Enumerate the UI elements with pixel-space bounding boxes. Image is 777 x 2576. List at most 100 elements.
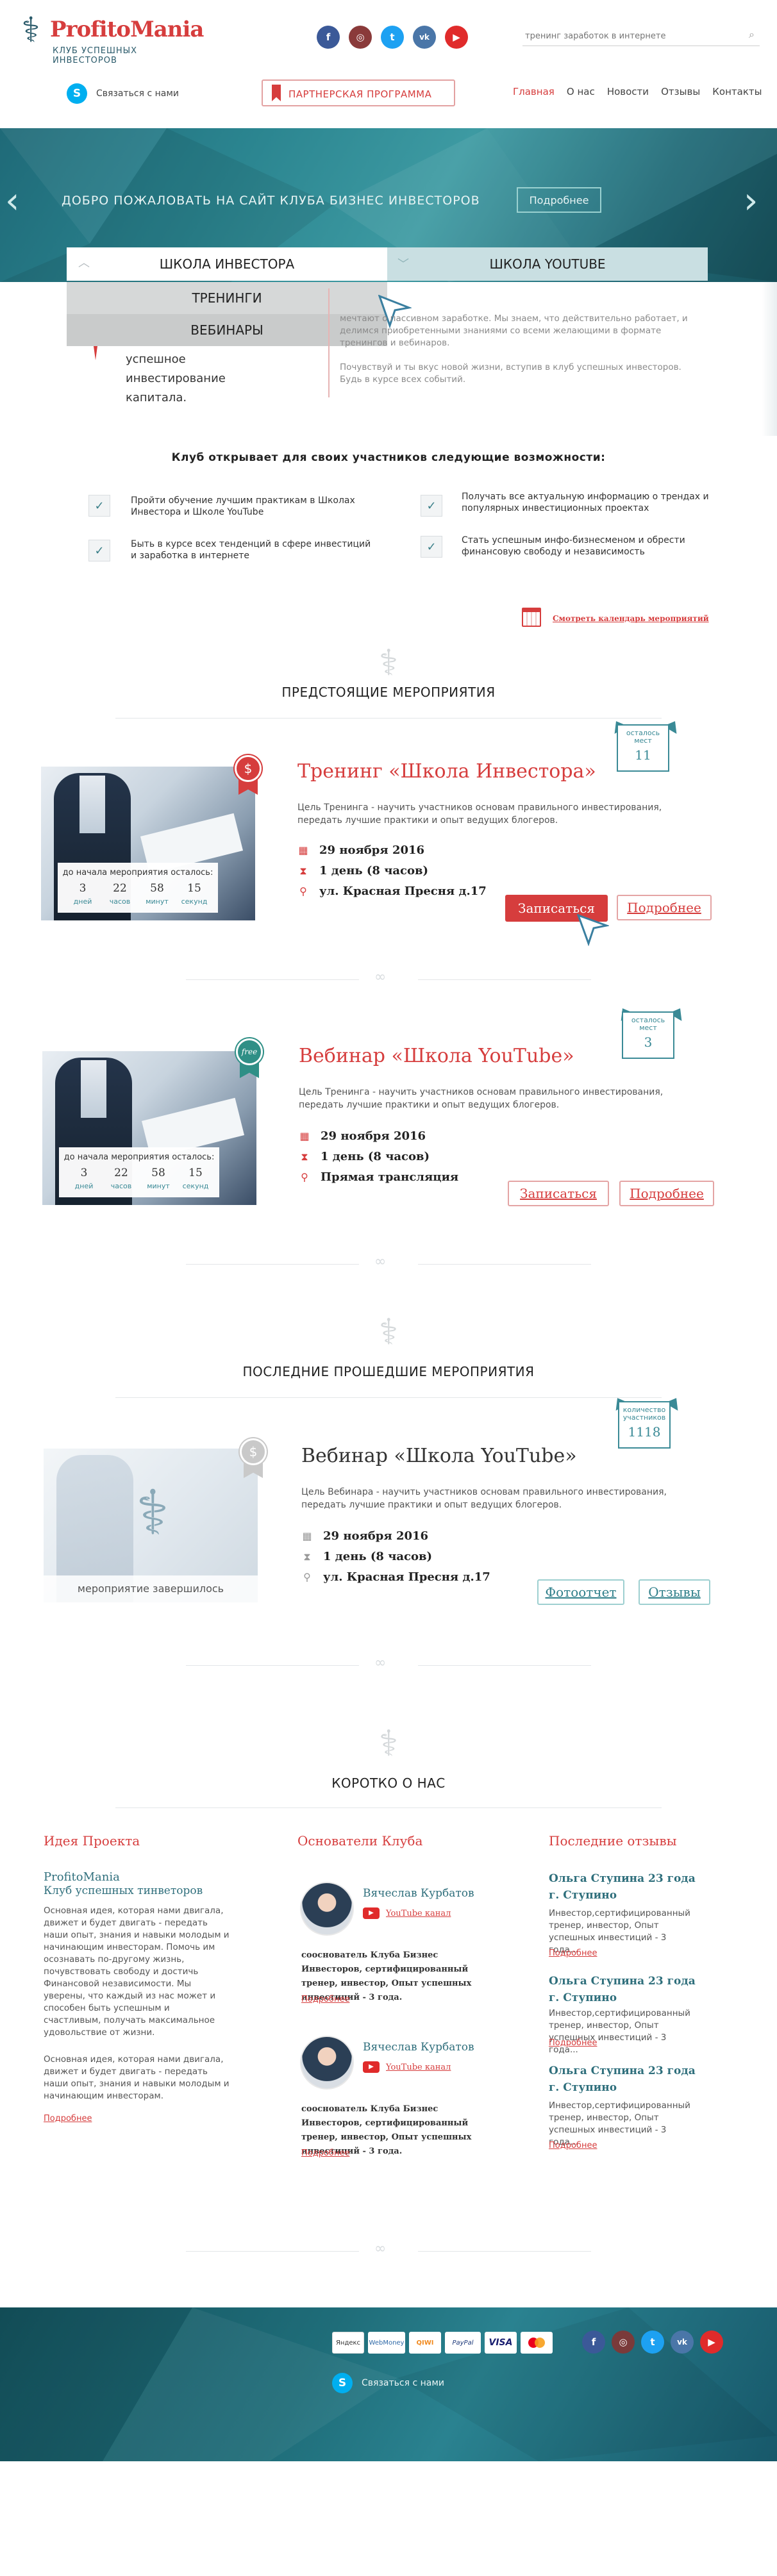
countdown-hours: 22: [114, 1167, 128, 1179]
club-emblem-icon: ⚕: [378, 1311, 399, 1353]
nav-reviews[interactable]: Отзывы: [661, 86, 700, 97]
youtube-icon[interactable]: ▶: [700, 2331, 723, 2354]
idea-subtitle-2: Клуб успешных тинветоров: [44, 1884, 203, 1897]
youtube-icon: ▶: [363, 1907, 380, 1919]
nav-contacts[interactable]: Контакты: [712, 86, 762, 97]
partner-program-label: ПАРТНЕРСКАЯ ПРОГРАММА: [288, 88, 432, 100]
countdown-minutes: 58: [150, 882, 164, 895]
logo-emblem-icon: ⚕: [21, 10, 40, 50]
event-date: 29 ноября 2016: [323, 1529, 429, 1543]
event-duration: 1 день (8 часов): [321, 1150, 430, 1163]
event-title[interactable]: Тренинг «Школа Инвестора»: [297, 760, 596, 783]
founder-name: Вячеслав Курбатов: [363, 2041, 474, 2054]
hero-prev-arrow[interactable]: ‹: [5, 183, 19, 219]
founder-youtube-link[interactable]: YouTube канал: [386, 2063, 451, 2072]
footer-skype-contact[interactable]: S Связаться с нами: [332, 2373, 473, 2395]
skype-label: Связаться с нами: [96, 88, 179, 99]
more-button[interactable]: Подробнее: [617, 895, 712, 920]
countdown-seconds-label: секунд: [182, 1182, 209, 1190]
search-input[interactable]: [522, 27, 760, 46]
event-title[interactable]: Вебинар «Школа YouTube»: [301, 1445, 577, 1467]
countdown-minutes-label: минут: [146, 897, 169, 906]
reviews-button[interactable]: Отзывы: [639, 1579, 710, 1605]
badge-circle: $: [235, 755, 262, 782]
main-nav: Главная О нас Новости Отзывы Контакты: [513, 85, 769, 97]
vk-icon[interactable]: vk: [671, 2331, 694, 2354]
section-divider: [418, 1264, 591, 1265]
more-button[interactable]: Подробнее: [619, 1181, 714, 1206]
review-more-link[interactable]: Подробнее: [549, 2141, 597, 2150]
divider-knot-icon: ∞: [374, 2241, 387, 2257]
founder-youtube-link[interactable]: YouTube канал: [386, 1909, 451, 1918]
event-finished-label: мероприятие завершилось: [44, 1575, 258, 1602]
section-divider: [186, 2251, 359, 2252]
event-description: Цель Тренинга - научить участников основ…: [299, 1087, 664, 1110]
section-divider: [186, 1264, 359, 1265]
twitter-icon[interactable]: t: [381, 26, 404, 49]
hourglass-icon: ⧗: [303, 1550, 311, 1563]
location-pin-icon: ⚲: [299, 885, 307, 897]
youtube-icon[interactable]: ▶: [445, 26, 468, 49]
nav-about[interactable]: О нас: [567, 86, 595, 97]
review-more-link[interactable]: Подробнее: [549, 2038, 597, 2048]
countdown: до начала мероприятия осталось: 3 дней 2…: [58, 863, 218, 913]
event-image[interactable]: до начала мероприятия осталось: 3 дней 2…: [42, 1051, 256, 1205]
calendar-link-label: Смотреть календарь мероприятий: [553, 614, 709, 623]
logo-title: ProfitoMania: [50, 17, 204, 42]
countdown-title: до начала мероприятия осталось:: [62, 868, 213, 877]
review-text: Инвестор,сертифицированный тренер, инвес…: [549, 2008, 690, 2055]
past-event-image[interactable]: ⚕ мероприятие завершилось: [44, 1449, 258, 1602]
founder-avatar[interactable]: [300, 1882, 354, 1936]
facebook-icon[interactable]: f: [582, 2331, 605, 2354]
founder-more-link[interactable]: Подробнее: [301, 2148, 349, 2158]
intro-right-text-1: мечтают о пассивном заработке. Мы знаем,…: [340, 313, 688, 348]
dropdown-trainings[interactable]: ТРЕНИНГИ: [67, 282, 387, 314]
facebook-icon[interactable]: f: [317, 26, 340, 49]
skype-contact[interactable]: S Связаться с нами: [67, 83, 208, 105]
twitter-icon[interactable]: t: [641, 2331, 664, 2354]
partner-program-button[interactable]: ПАРТНЕРСКАЯ ПРОГРАММА: [262, 79, 455, 106]
badge-circle: free: [236, 1038, 263, 1065]
event-description: Цель Вебинара - научить участников основ…: [301, 1487, 667, 1510]
section-divider: [186, 979, 359, 980]
signup-button[interactable]: Записаться: [508, 1181, 609, 1206]
tab-investor-school[interactable]: ︿ ШКОЛА ИНВЕСТОРА: [67, 247, 387, 281]
paid-badge-icon: $: [237, 1438, 269, 1478]
nav-news[interactable]: Новости: [607, 86, 649, 97]
feature-item-2: Получать все актуальную информацию о тре…: [462, 492, 709, 513]
founders-heading: Основатели Клуба: [297, 1833, 423, 1849]
search-icon[interactable]: ⌕: [749, 28, 762, 41]
mastercard-circle-2: [535, 2338, 545, 2348]
photo-report-button[interactable]: Фотоотчет: [537, 1579, 624, 1605]
seats-left-value: 3: [644, 1035, 653, 1050]
idea-more-link[interactable]: Подробнее: [44, 2114, 92, 2123]
tab-youtube-school[interactable]: ﹀ ШКОЛА YOUTUBE: [387, 247, 708, 281]
calendar-link[interactable]: Смотреть календарь мероприятий: [522, 608, 714, 629]
intro-left-text: успешное инвестирование капитала.: [126, 353, 226, 404]
calendar-icon: [522, 608, 541, 627]
review-more-link[interactable]: Подробнее: [549, 1949, 597, 1958]
paid-badge-icon: $: [232, 755, 264, 795]
vk-icon[interactable]: vk: [413, 26, 436, 49]
participants-ribbon: количество участников 1118: [618, 1401, 671, 1449]
event-image[interactable]: до начала мероприятия осталось: 3 дней 2…: [41, 767, 255, 920]
founder-avatar[interactable]: [300, 2036, 354, 2090]
hero-next-arrow[interactable]: ›: [744, 183, 758, 219]
hero-more-button[interactable]: Подробнее: [517, 187, 601, 213]
instagram-icon[interactable]: ◎: [612, 2331, 635, 2354]
logo[interactable]: ⚕ ProfitoMania КЛУБ УСПЕШНЫХ ИНВЕСТОРОВ: [12, 5, 204, 65]
club-emblem-icon: ⚕: [378, 642, 399, 684]
nav-home[interactable]: Главная: [513, 86, 555, 97]
tab-youtube-school-label: ШКОЛА YOUTUBE: [489, 256, 606, 272]
dropdown-webinars[interactable]: ВЕБИНАРЫ: [67, 314, 387, 346]
calendar-icon: ▦: [298, 844, 308, 856]
check-icon: ✓: [88, 495, 110, 517]
instagram-icon[interactable]: ◎: [349, 26, 372, 49]
check-icon: ✓: [421, 536, 442, 558]
founder-more-link[interactable]: Подробнее: [301, 1995, 349, 2004]
review-author: Ольга Ступина 23 года г. Ступино: [549, 1872, 696, 1902]
countdown-days: 3: [80, 1167, 88, 1179]
event-title[interactable]: Вебинар «Школа YouTube»: [299, 1045, 574, 1067]
idea-subtitle-1: ProfitoMania: [44, 1870, 120, 1884]
section-divider: [186, 1665, 359, 1666]
